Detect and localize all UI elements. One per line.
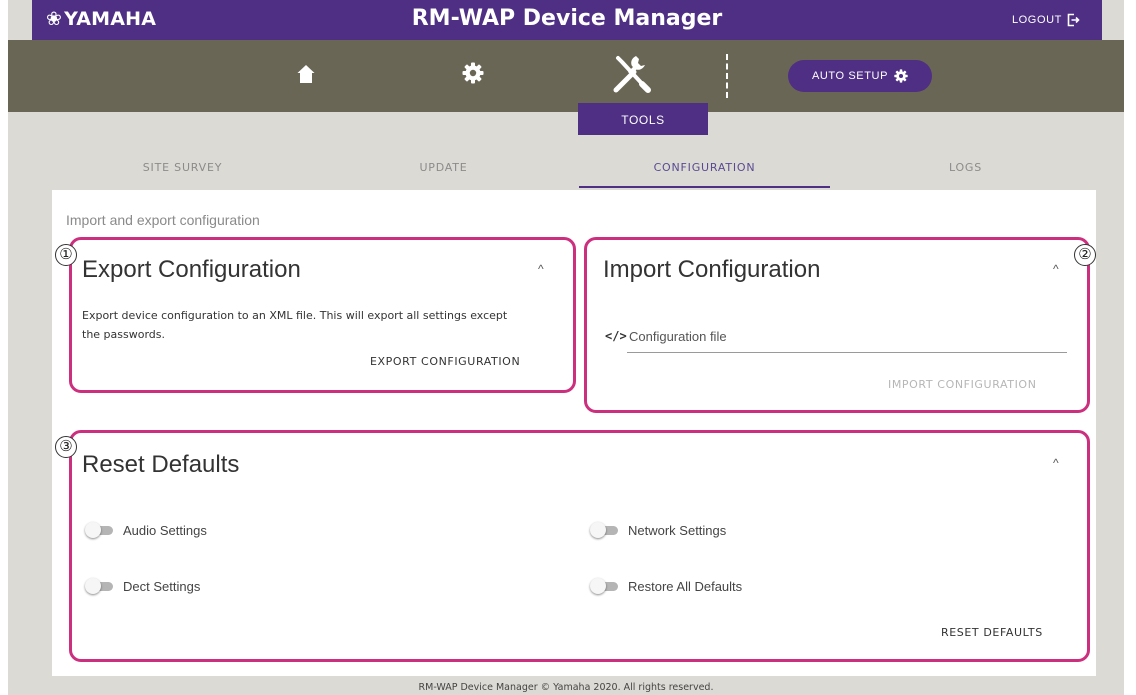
tools-icon[interactable] <box>610 52 654 96</box>
app-stage: ❀ YAMAHA RM-WAP Device Manager LOGOUT AU… <box>8 0 1124 695</box>
app-title: RM-WAP Device Manager <box>411 6 723 31</box>
tab-configuration[interactable]: CONFIGURATION <box>574 150 835 190</box>
callout-number-3: ③ <box>55 436 77 458</box>
import-callout-box <box>584 237 1090 413</box>
logout-label: LOGOUT <box>1011 14 1062 26</box>
main-toolbar: AUTO SETUP <box>8 40 1124 112</box>
gear-icon[interactable] <box>462 62 484 84</box>
auto-setup-gear-icon <box>894 69 908 83</box>
section-title: Import and export configuration <box>66 212 260 228</box>
auto-setup-button[interactable]: AUTO SETUP <box>788 60 932 92</box>
auto-setup-label: AUTO SETUP <box>811 70 889 82</box>
tab-site-survey[interactable]: SITE SURVEY <box>52 150 313 190</box>
export-callout-box <box>69 237 576 393</box>
tab-update[interactable]: UPDATE <box>313 150 574 190</box>
callout-number-1: ① <box>55 244 77 266</box>
callout-number-2: ② <box>1074 244 1096 266</box>
toolbar-divider <box>726 54 728 98</box>
logout-button[interactable]: LOGOUT <box>1012 13 1080 27</box>
sub-tabs: SITE SURVEY UPDATE CONFIGURATION LOGS <box>52 150 1096 190</box>
logout-icon <box>1067 13 1080 27</box>
top-bar: ❀ YAMAHA RM-WAP Device Manager LOGOUT <box>32 0 1102 40</box>
footer: RM-WAP Device Manager © Yamaha 2020. All… <box>418 682 714 693</box>
tab-logs[interactable]: LOGS <box>835 150 1096 190</box>
reset-callout-box <box>69 430 1090 662</box>
tab-tools[interactable]: TOOLS <box>578 103 708 135</box>
home-icon[interactable] <box>296 64 316 84</box>
